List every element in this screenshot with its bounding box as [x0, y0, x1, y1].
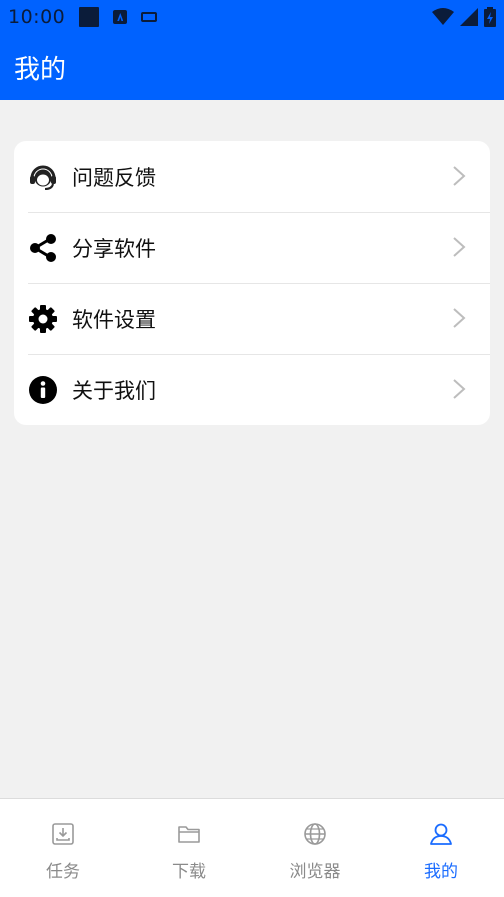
chevron-right-icon — [453, 166, 466, 186]
notification-square-icon — [79, 7, 100, 27]
nav-tab-mine[interactable]: 我的 — [378, 799, 504, 897]
status-bar: 10:00 — [0, 0, 504, 34]
nav-tab-label: 下载 — [172, 862, 206, 882]
chevron-right-icon — [453, 308, 466, 328]
menu-item-feedback[interactable]: 问题反馈 — [14, 141, 490, 212]
share-icon — [28, 233, 58, 263]
headset-icon — [28, 162, 58, 192]
info-icon — [28, 375, 58, 405]
app-bar: 我的 — [0, 34, 504, 100]
page-title: 我的 — [14, 54, 67, 85]
nav-tab-tasks[interactable]: 任务 — [0, 799, 126, 897]
nav-tab-browser[interactable]: 浏览器 — [252, 799, 378, 897]
folder-icon — [178, 826, 200, 843]
person-icon — [430, 823, 452, 845]
globe-icon — [304, 823, 326, 845]
nav-tab-label: 我的 — [424, 862, 458, 882]
signal-icon — [460, 8, 478, 26]
nav-tab-downloads[interactable]: 下载 — [126, 799, 252, 897]
menu-item-settings[interactable]: 软件设置 — [14, 283, 490, 354]
bottom-nav: 任务 下载 浏览器 我的 — [0, 798, 504, 897]
app-notification-icon — [113, 10, 128, 24]
menu-item-label: 分享软件 — [72, 236, 156, 261]
nav-tab-label: 任务 — [46, 862, 80, 882]
chevron-right-icon — [453, 379, 466, 399]
nav-tab-label: 浏览器 — [289, 862, 341, 882]
status-time: 10:00 — [8, 6, 66, 28]
battery-icon — [484, 7, 496, 27]
menu-item-about[interactable]: 关于我们 — [14, 354, 490, 425]
wifi-icon — [432, 8, 454, 25]
keyboard-icon — [141, 12, 158, 22]
menu-item-label: 问题反馈 — [72, 165, 156, 190]
gear-icon — [28, 304, 58, 334]
menu-item-label: 软件设置 — [72, 307, 156, 332]
menu-item-share[interactable]: 分享软件 — [14, 212, 490, 283]
menu-item-label: 关于我们 — [72, 378, 156, 403]
menu-card: 问题反馈 分享软件 软件设置 关于我们 — [14, 141, 490, 425]
download-tray-icon — [52, 823, 74, 845]
chevron-right-icon — [453, 237, 466, 257]
